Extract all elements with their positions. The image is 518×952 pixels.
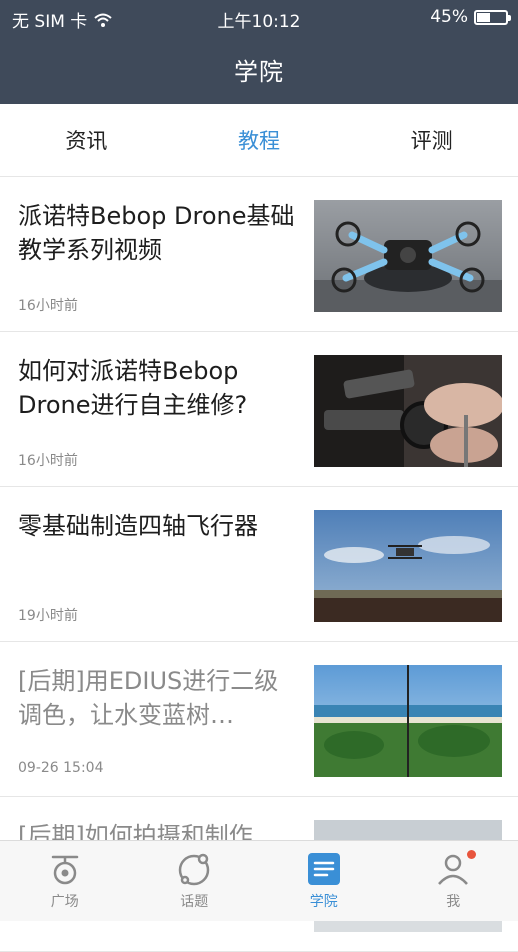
tab-reviews[interactable]: 评测 <box>345 104 518 176</box>
battery-percent: 45% <box>430 7 468 27</box>
list-item[interactable]: 如何对派诺特Bebop Drone进行自主维修? 16小时前 <box>0 332 518 487</box>
tab-label: 学院 <box>310 891 338 911</box>
document-icon <box>306 851 342 887</box>
tab-tutorials[interactable]: 教程 <box>173 104 346 176</box>
article-time: 16小时前 <box>18 450 78 470</box>
article-thumbnail <box>314 510 502 622</box>
status-bar: 无 SIM 卡 上午10:12 45% <box>0 0 518 34</box>
repair-photo <box>314 355 502 467</box>
list-item[interactable]: [后期]用EDIUS进行二级调色，让水变蓝树… 09-26 15:04 <box>0 642 518 797</box>
tab-academy[interactable]: 学院 <box>259 841 389 921</box>
article-time: 16小时前 <box>18 295 78 315</box>
article-title: [后期]用EDIUS进行二级调色，让水变蓝树… <box>18 664 298 732</box>
tab-topics[interactable]: 话题 <box>130 841 260 921</box>
coast-photo <box>314 665 502 777</box>
battery-icon <box>474 10 508 25</box>
article-title: 零基础制造四轴飞行器 <box>18 509 298 543</box>
list-item[interactable]: 派诺特Bebop Drone基础教学系列视频 16小时前 <box>0 177 518 332</box>
article-time: 09-26 15:04 <box>18 760 103 776</box>
profile-icon <box>435 851 471 887</box>
article-title: 如何对派诺特Bebop Drone进行自主维修? <box>18 354 298 422</box>
drone-photo <box>314 200 502 312</box>
page-title: 学院 <box>234 52 284 87</box>
bottom-tab-bar: 广场 话题 学院 我 <box>0 840 518 921</box>
category-tabs: 资讯 教程 评测 <box>0 104 518 177</box>
article-list: 派诺特Bebop Drone基础教学系列视频 16小时前 如何对派诺特Bebop… <box>0 177 518 952</box>
article-thumbnail <box>314 355 502 467</box>
drone-icon <box>47 851 83 887</box>
article-thumbnail <box>314 200 502 312</box>
battery-area: 45% <box>430 7 508 27</box>
tab-news[interactable]: 资讯 <box>0 104 173 176</box>
nav-bar: 学院 <box>0 34 518 104</box>
article-thumbnail <box>314 665 502 777</box>
article-title: 派诺特Bebop Drone基础教学系列视频 <box>18 199 298 267</box>
article-time: 19小时前 <box>18 605 78 625</box>
tab-square[interactable]: 广场 <box>0 841 130 921</box>
topic-icon <box>176 851 212 887</box>
notification-badge <box>467 850 476 859</box>
list-item[interactable]: 零基础制造四轴飞行器 19小时前 <box>0 487 518 642</box>
tab-label: 广场 <box>51 891 79 911</box>
sky-drone-photo <box>314 510 502 622</box>
tab-label: 话题 <box>180 891 208 911</box>
tab-label: 我 <box>446 891 460 911</box>
tab-me[interactable]: 我 <box>389 841 518 921</box>
